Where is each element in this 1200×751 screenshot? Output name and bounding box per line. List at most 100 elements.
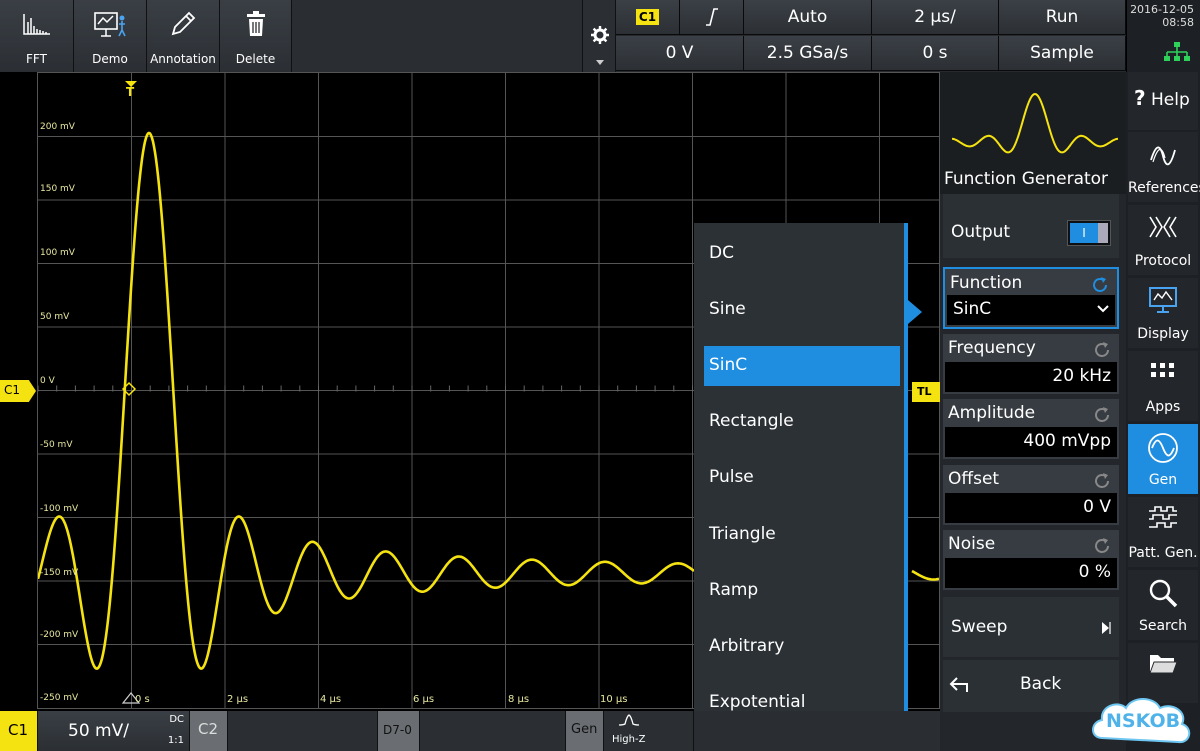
network-icon xyxy=(1164,42,1190,61)
gen-label: Gen xyxy=(1148,472,1178,488)
annotation-button[interactable]: Annotation xyxy=(147,0,220,72)
channel1-offset-marker[interactable]: C1 xyxy=(0,380,36,402)
channel2-label[interactable]: C2 xyxy=(190,711,228,751)
delete-button[interactable]: Delete xyxy=(220,0,292,72)
x-tick-label: 0 s xyxy=(135,694,150,705)
demo-button[interactable]: Demo xyxy=(74,0,147,72)
function-option-arbitrary[interactable]: Arbitrary xyxy=(704,627,900,667)
settings-button[interactable] xyxy=(582,0,616,72)
annotation-button-label: Annotation xyxy=(150,52,216,66)
trigger-source[interactable]: C1 xyxy=(616,0,680,35)
offset-value[interactable]: 0 V xyxy=(945,493,1117,523)
channel1-settings[interactable]: 50 mV/ DC 1:1 xyxy=(38,711,190,751)
demo-icon xyxy=(74,8,146,40)
noise-control[interactable]: Noise 0 % xyxy=(943,530,1119,590)
references-button[interactable]: References xyxy=(1128,132,1200,202)
sample-rate[interactable]: 2.5 GSa/s xyxy=(744,36,872,71)
channel1-scale: 50 mV/ xyxy=(68,721,129,741)
sine-wave-icon xyxy=(1128,432,1198,464)
y-tick-label: 0 V xyxy=(40,376,55,386)
apps-icon xyxy=(1128,359,1198,383)
fft-button[interactable]: FFT xyxy=(0,0,74,72)
demo-button-label: Demo xyxy=(92,52,128,66)
help-icon: ? xyxy=(1134,86,1146,110)
apps-label: Apps xyxy=(1145,399,1181,415)
reset-icon[interactable] xyxy=(1091,276,1109,294)
function-control[interactable]: Function SinC xyxy=(943,267,1119,329)
right-nav: ? Help References Protocol Display Apps … xyxy=(1126,72,1200,751)
date-readout: 2016-12-05 xyxy=(1130,3,1194,16)
apps-button[interactable]: Apps xyxy=(1128,351,1198,421)
output-control[interactable]: Output I xyxy=(943,194,1119,258)
output-toggle-knob xyxy=(1098,223,1108,243)
digital-settings[interactable] xyxy=(420,711,566,751)
sweep-label: Sweep xyxy=(951,617,1008,637)
acquire-mode[interactable]: Sample xyxy=(999,36,1126,71)
y-tick-label: 150 mV xyxy=(40,184,75,194)
gen-button[interactable]: Gen xyxy=(1128,424,1198,494)
time-offset[interactable]: 0 s xyxy=(872,36,999,71)
watermark-text: NSKOB xyxy=(1106,710,1181,732)
frequency-value[interactable]: 20 kHz xyxy=(945,362,1117,392)
help-button[interactable]: ? Help xyxy=(1128,72,1198,130)
trigger-level-marker[interactable]: TL xyxy=(912,382,940,402)
protocol-button[interactable]: Protocol xyxy=(1128,205,1198,275)
search-label: Search xyxy=(1138,618,1188,634)
function-generator-header: Function Generator xyxy=(940,72,1126,194)
output-toggle-on: I xyxy=(1070,223,1098,243)
gen-channel-settings[interactable]: High-Z xyxy=(604,711,694,751)
sinc-mini-icon xyxy=(618,714,640,726)
function-option-rectangle[interactable]: Rectangle xyxy=(704,402,900,442)
references-label: References xyxy=(1128,180,1200,196)
channel1-label[interactable]: C1 xyxy=(0,711,38,751)
submenu-arrow-icon xyxy=(1102,622,1111,634)
timebase-scale[interactable]: 2 µs/ xyxy=(872,0,999,35)
x-tick-label: 10 µs xyxy=(600,694,628,705)
channel-bar: C1 50 mV/ DC 1:1 C2 D7-0 Gen High-Z xyxy=(0,711,940,751)
reset-icon[interactable] xyxy=(1093,537,1111,555)
function-dropdown[interactable]: DC Sine SinC Rectangle Pulse Triangle Ra… xyxy=(694,223,908,751)
function-value: SinC xyxy=(953,299,992,319)
y-tick-label: -250 mV xyxy=(40,693,79,703)
y-tick-label: -100 mV xyxy=(40,504,79,514)
function-option-dc[interactable]: DC xyxy=(704,234,900,274)
display-button[interactable]: Display xyxy=(1128,278,1198,348)
channel1-probe: 1:1 xyxy=(167,735,184,746)
trigger-slope[interactable] xyxy=(680,0,744,35)
offset-control[interactable]: Offset 0 V xyxy=(943,465,1119,525)
sweep-button[interactable]: Sweep xyxy=(943,597,1119,657)
frequency-control[interactable]: Frequency 20 kHz xyxy=(943,334,1119,394)
pattern-gen-button[interactable]: Patt. Gen. xyxy=(1128,497,1198,567)
reset-icon[interactable] xyxy=(1093,406,1111,424)
chevron-down-icon xyxy=(596,60,604,65)
output-toggle[interactable]: I xyxy=(1067,220,1111,246)
channel2-settings[interactable] xyxy=(228,711,378,751)
trigger-position-marker[interactable]: T xyxy=(125,81,137,99)
run-state[interactable]: Run xyxy=(999,0,1126,35)
digital-channels-label[interactable]: D7-0 xyxy=(378,711,420,751)
noise-value[interactable]: 0 % xyxy=(945,558,1117,588)
function-option-pulse[interactable]: Pulse xyxy=(704,458,900,498)
function-option-triangle[interactable]: Triangle xyxy=(704,515,900,555)
y-tick-label: -200 mV xyxy=(40,630,79,640)
function-option-sinc[interactable]: SinC xyxy=(704,346,900,386)
sinc-waveform-icon xyxy=(952,92,1118,154)
function-option-sine[interactable]: Sine xyxy=(704,290,900,330)
reset-icon[interactable] xyxy=(1093,472,1111,490)
trigger-level[interactable]: 0 V xyxy=(616,36,744,71)
fft-button-label: FFT xyxy=(26,52,47,66)
search-icon xyxy=(1128,578,1198,608)
back-arrow-icon xyxy=(949,677,968,692)
gen-load: High-Z xyxy=(612,734,646,745)
amplitude-value[interactable]: 400 mVpp xyxy=(945,427,1117,457)
trigger-mode[interactable]: Auto xyxy=(744,0,872,35)
fft-icon xyxy=(0,8,73,40)
reset-icon[interactable] xyxy=(1093,341,1111,359)
search-button[interactable]: Search xyxy=(1128,570,1198,640)
function-select[interactable]: SinC xyxy=(947,295,1115,325)
x-tick-label: 8 µs xyxy=(508,694,530,705)
gen-channel-label[interactable]: Gen xyxy=(566,711,604,751)
function-option-ramp[interactable]: Ramp xyxy=(704,571,900,611)
amplitude-control[interactable]: Amplitude 400 mVpp xyxy=(943,399,1119,459)
x-tick-label: 4 µs xyxy=(320,694,342,705)
